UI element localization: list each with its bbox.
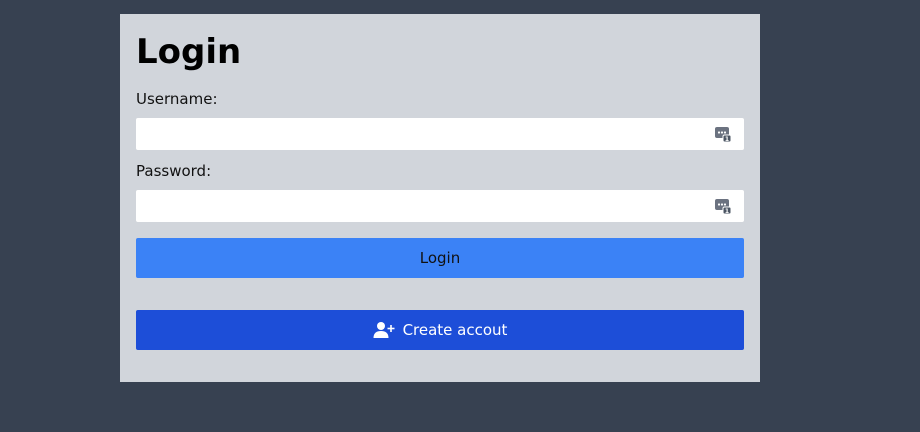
login-button[interactable]: Login — [136, 238, 744, 278]
password-manager-icon[interactable]: 1 — [714, 125, 732, 143]
create-account-button-label: Create accout — [402, 321, 508, 339]
svg-text:1: 1 — [725, 136, 729, 143]
create-account-button[interactable]: Create accout — [136, 310, 744, 350]
password-input[interactable] — [136, 190, 744, 222]
username-label: Username: — [136, 90, 218, 108]
page-title: Login — [136, 32, 242, 72]
username-input[interactable] — [136, 118, 744, 150]
login-card: Login Username: 1 Password: 1 Login Crea… — [120, 14, 760, 382]
username-field-container: 1 — [136, 118, 744, 150]
svg-text:1: 1 — [725, 208, 729, 215]
password-label: Password: — [136, 162, 212, 180]
password-field-container: 1 — [136, 190, 744, 222]
login-button-label: Login — [419, 249, 461, 267]
user-plus-icon — [373, 322, 395, 338]
password-manager-icon[interactable]: 1 — [714, 197, 732, 215]
